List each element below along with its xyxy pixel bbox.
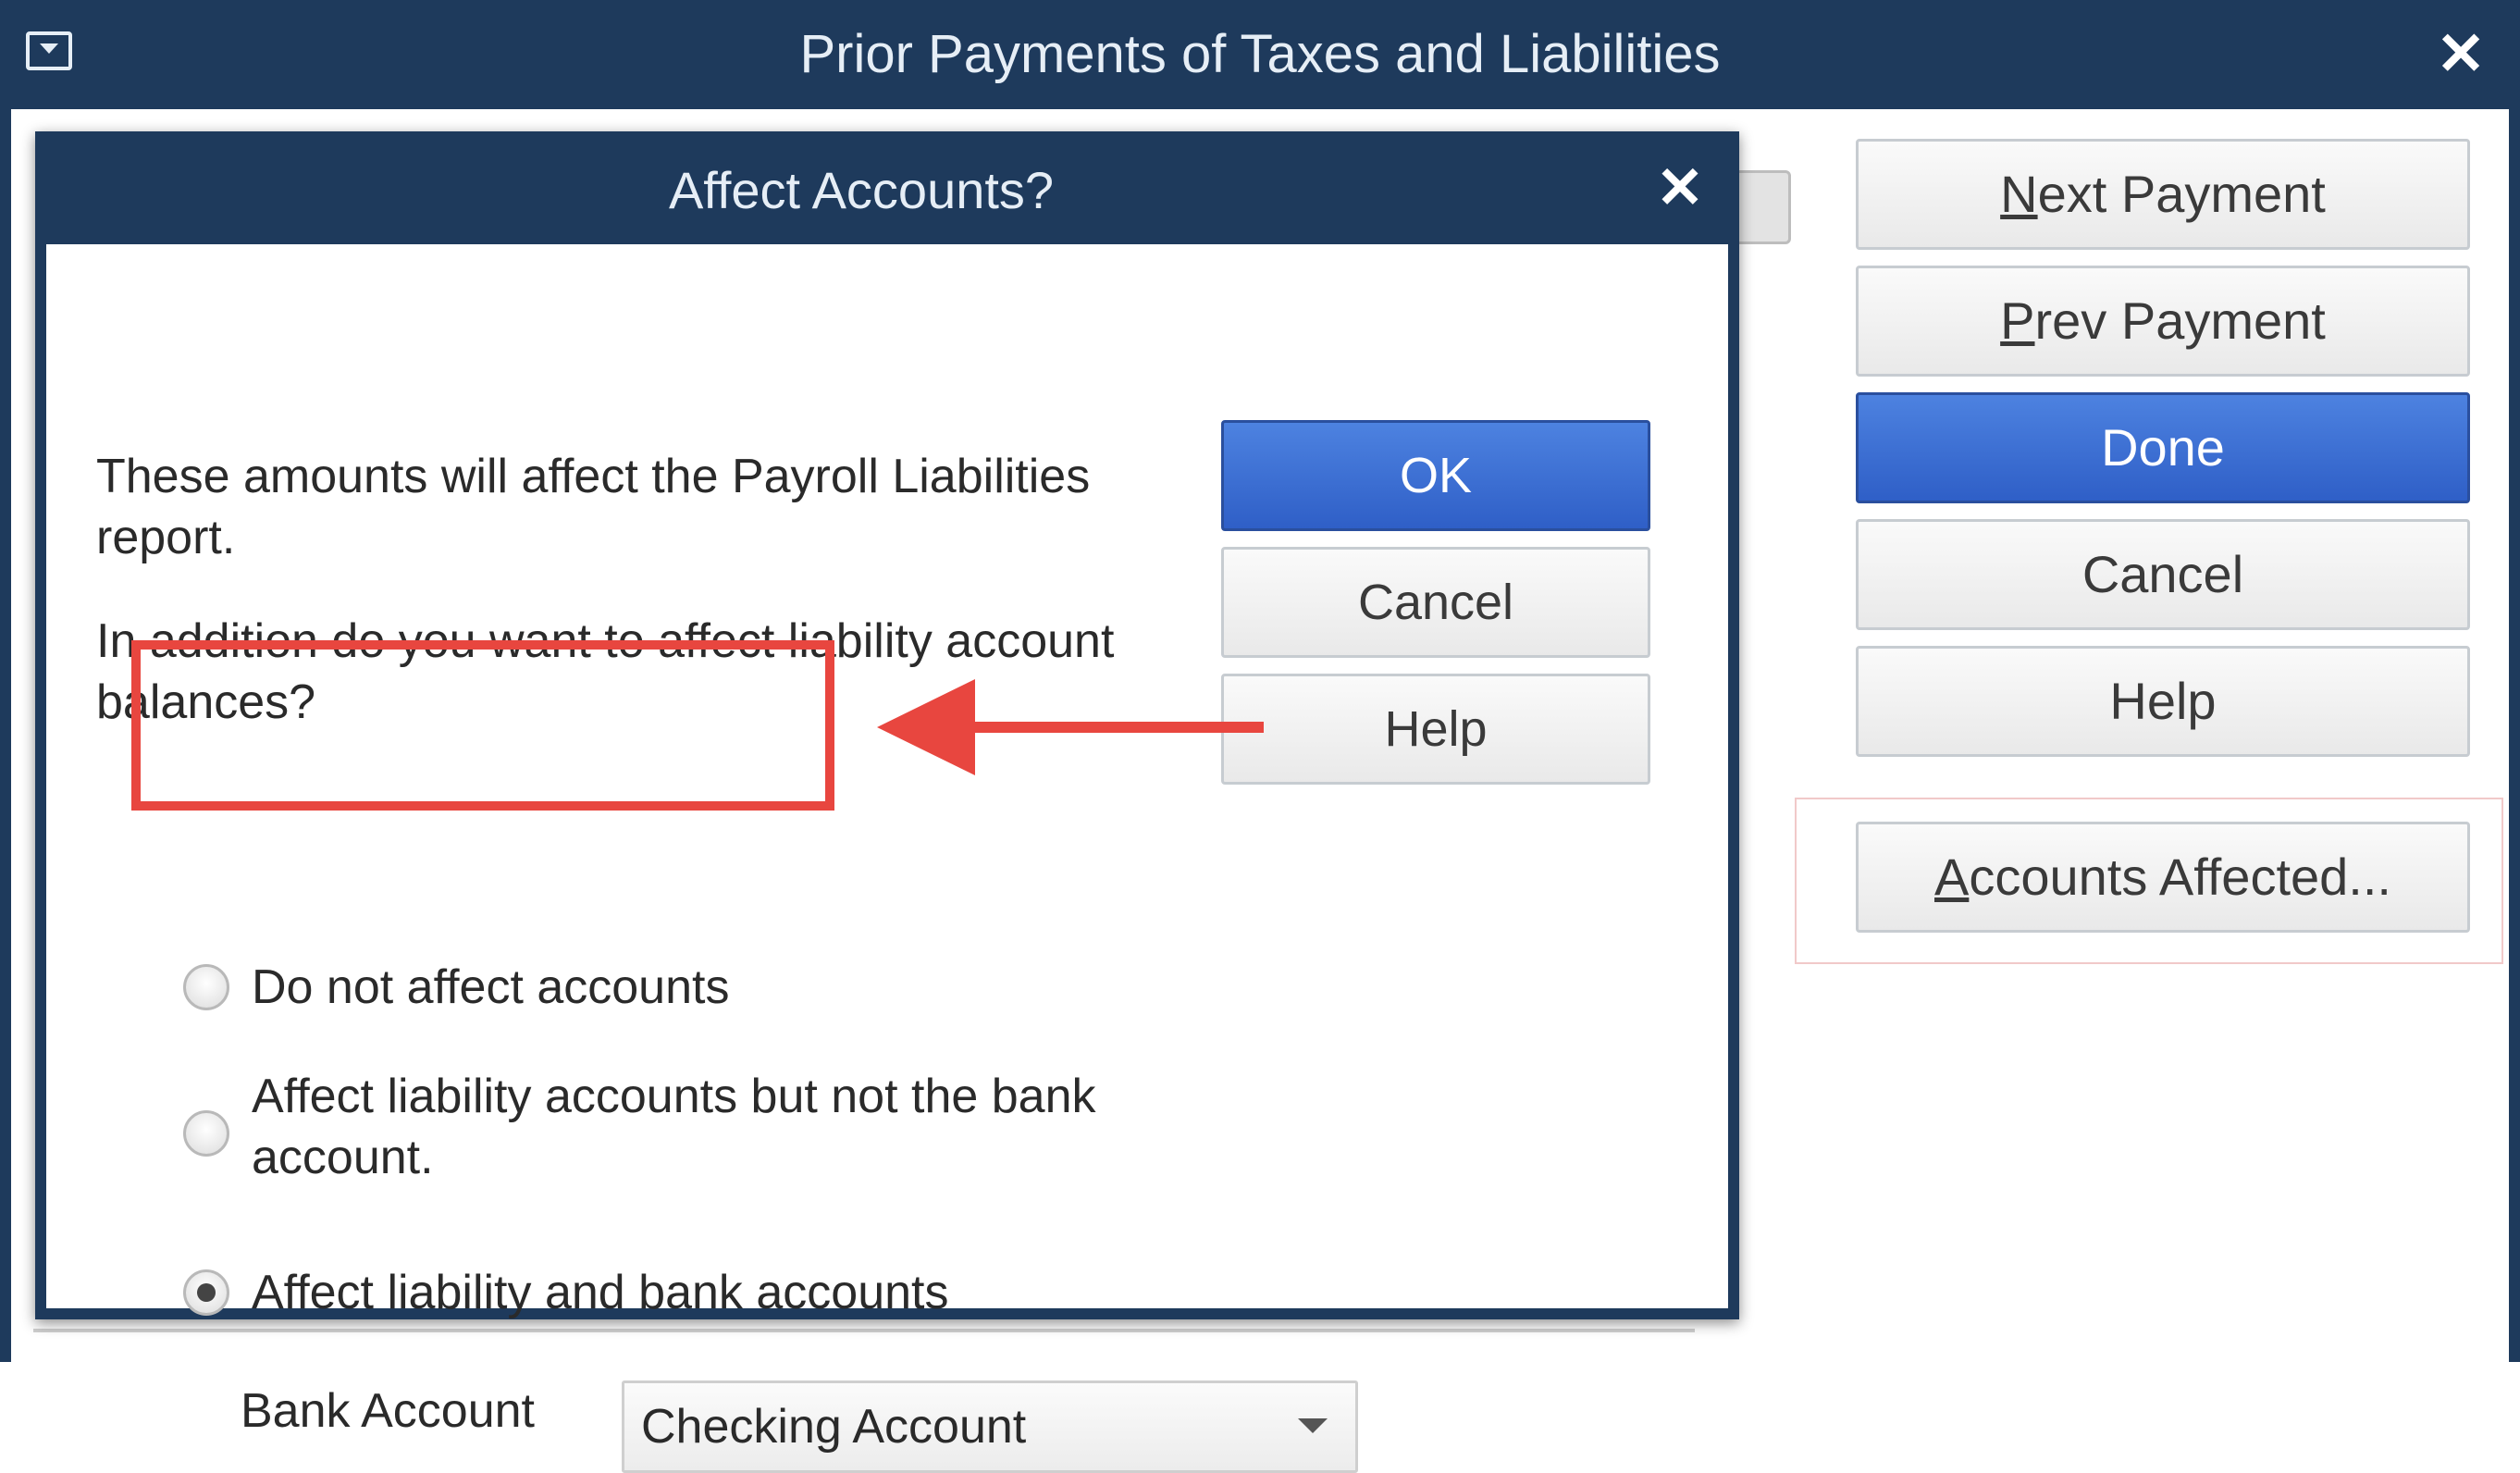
bank-account-value: Checking Account <box>641 1400 1027 1454</box>
outer-window-title: Prior Payments of Taxes and Liabilities <box>799 24 1721 84</box>
annotation-arrow-icon <box>877 679 975 775</box>
annotation-highlight-box <box>131 640 834 811</box>
outer-title-bar: Prior Payments of Taxes and Liabilities … <box>0 0 2520 109</box>
radio-label: Do not affect accounts <box>252 960 730 1014</box>
outer-close-icon[interactable]: ✕ <box>2433 24 2489 83</box>
radio-button[interactable] <box>183 1269 229 1316</box>
outer-frame-right <box>2509 109 2520 1362</box>
radio-label: Affect liability accounts but not the ba… <box>252 1070 1096 1184</box>
chevron-down-icon <box>1298 1418 1328 1433</box>
ok-button[interactable]: OK <box>1221 420 1650 531</box>
radio-label: Affect liability and bank accounts <box>252 1266 949 1319</box>
table-divider <box>33 1329 1695 1332</box>
outer-frame-left <box>0 109 11 1362</box>
dialog-title: Affect Accounts? <box>668 161 1055 219</box>
radio-button[interactable] <box>183 964 229 1010</box>
dialog-message-report: These amounts will affect the Payroll Li… <box>96 450 1091 564</box>
bank-account-label: Bank Account <box>241 1384 535 1438</box>
accounts-affected-button[interactable]: Accounts Affected... <box>1856 822 2470 933</box>
help-button[interactable]: Help <box>1856 646 2470 757</box>
dialog-help-button[interactable]: Help <box>1221 674 1650 785</box>
radio-button[interactable] <box>183 1110 229 1157</box>
dialog-cancel-button[interactable]: Cancel <box>1221 547 1650 658</box>
dialog-close-icon[interactable]: ✕ <box>1650 159 1710 218</box>
annotation-arrow-shaft <box>962 722 1264 733</box>
bank-account-select[interactable]: Checking Account <box>622 1380 1358 1473</box>
